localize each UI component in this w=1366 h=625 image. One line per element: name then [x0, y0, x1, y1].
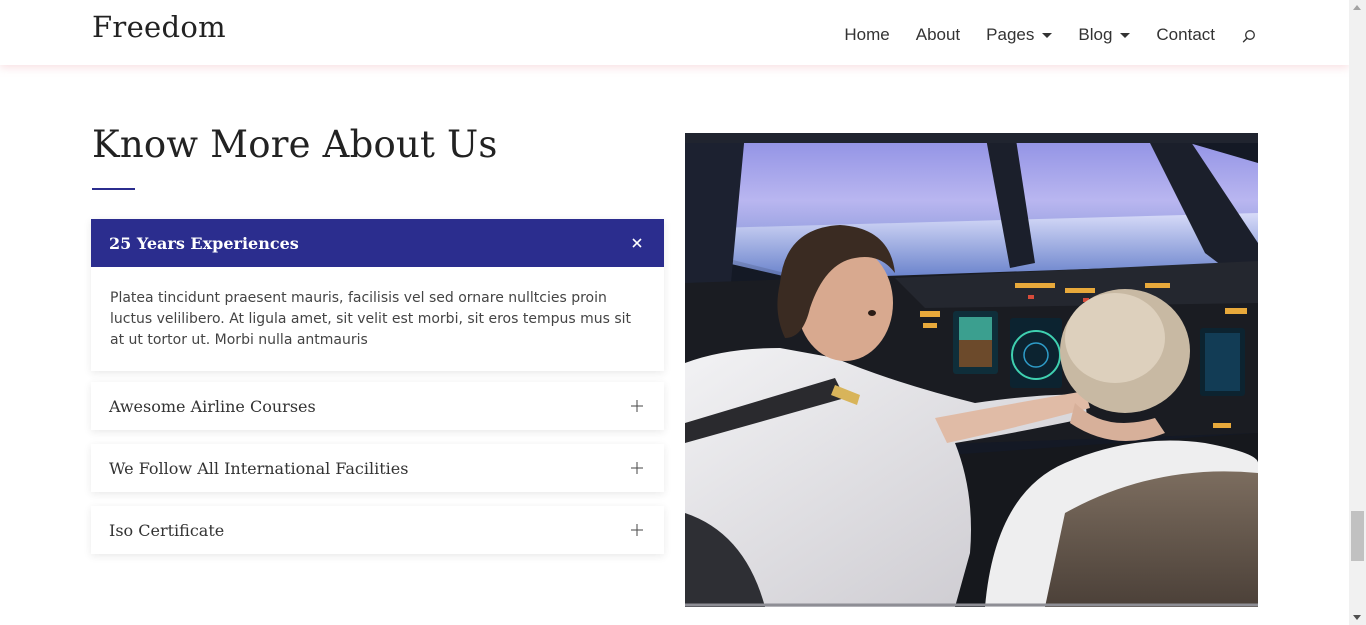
accordion-title: 25 Years Experiences [109, 233, 299, 253]
nav-pages-label: Pages [986, 25, 1035, 44]
accordion-body: Platea tincidunt praesent mauris, facili… [110, 290, 632, 348]
title-underline [92, 188, 135, 190]
scrollbar-thumb[interactable] [1351, 511, 1364, 561]
plus-icon[interactable] [630, 523, 644, 537]
main-nav: Home About Pages Blog Contact [818, 25, 1256, 45]
scroll-up-arrow-icon[interactable] [1353, 5, 1361, 10]
accordion-item-iso: Iso Certificate [91, 506, 664, 554]
search-icon[interactable] [1242, 28, 1256, 43]
nav-home-label: Home [844, 25, 890, 44]
nav-pages[interactable]: Pages [986, 25, 1053, 45]
accordion-item-courses: Awesome Airline Courses [91, 382, 664, 430]
plus-icon[interactable] [630, 399, 644, 413]
close-icon[interactable] [630, 236, 644, 250]
accordion-title: Iso Certificate [109, 520, 225, 540]
scroll-down-arrow-icon[interactable] [1353, 615, 1361, 620]
accordion-title: Awesome Airline Courses [109, 396, 316, 416]
nav-blog-label: Blog [1078, 25, 1113, 44]
nav-about[interactable]: About [916, 25, 960, 45]
chevron-down-icon [1120, 33, 1131, 38]
cockpit-pilots-image [685, 133, 1258, 607]
chevron-down-icon [1042, 33, 1053, 38]
accordion-item-facilities: We Follow All International Facilities [91, 444, 664, 492]
accordion-header-iso[interactable]: Iso Certificate [91, 506, 664, 554]
accordion-title: We Follow All International Facilities [109, 458, 409, 478]
accordion-header-courses[interactable]: Awesome Airline Courses [91, 382, 664, 430]
nav-home[interactable]: Home [844, 25, 889, 45]
page: Freedom Home About Pages Blog Contact Kn… [0, 0, 1349, 625]
accordion-header-facilities[interactable]: We Follow All International Facilities [91, 444, 664, 492]
nav-blog[interactable]: Blog [1078, 25, 1131, 45]
page-scrollbar[interactable] [1349, 0, 1366, 625]
nav-about-label: About [915, 25, 961, 44]
site-logo[interactable]: Freedom [92, 10, 226, 44]
accordion-item-experience: 25 Years Experiences Platea tincidunt pr… [91, 219, 664, 371]
nav-contact[interactable]: Contact [1156, 25, 1215, 45]
plus-icon[interactable] [630, 461, 644, 475]
accordion-header-experience[interactable]: 25 Years Experiences [91, 219, 664, 267]
site-header: Freedom Home About Pages Blog Contact [0, 0, 1349, 65]
nav-contact-label: Contact [1156, 25, 1215, 44]
section-title: Know More About Us [92, 123, 498, 166]
